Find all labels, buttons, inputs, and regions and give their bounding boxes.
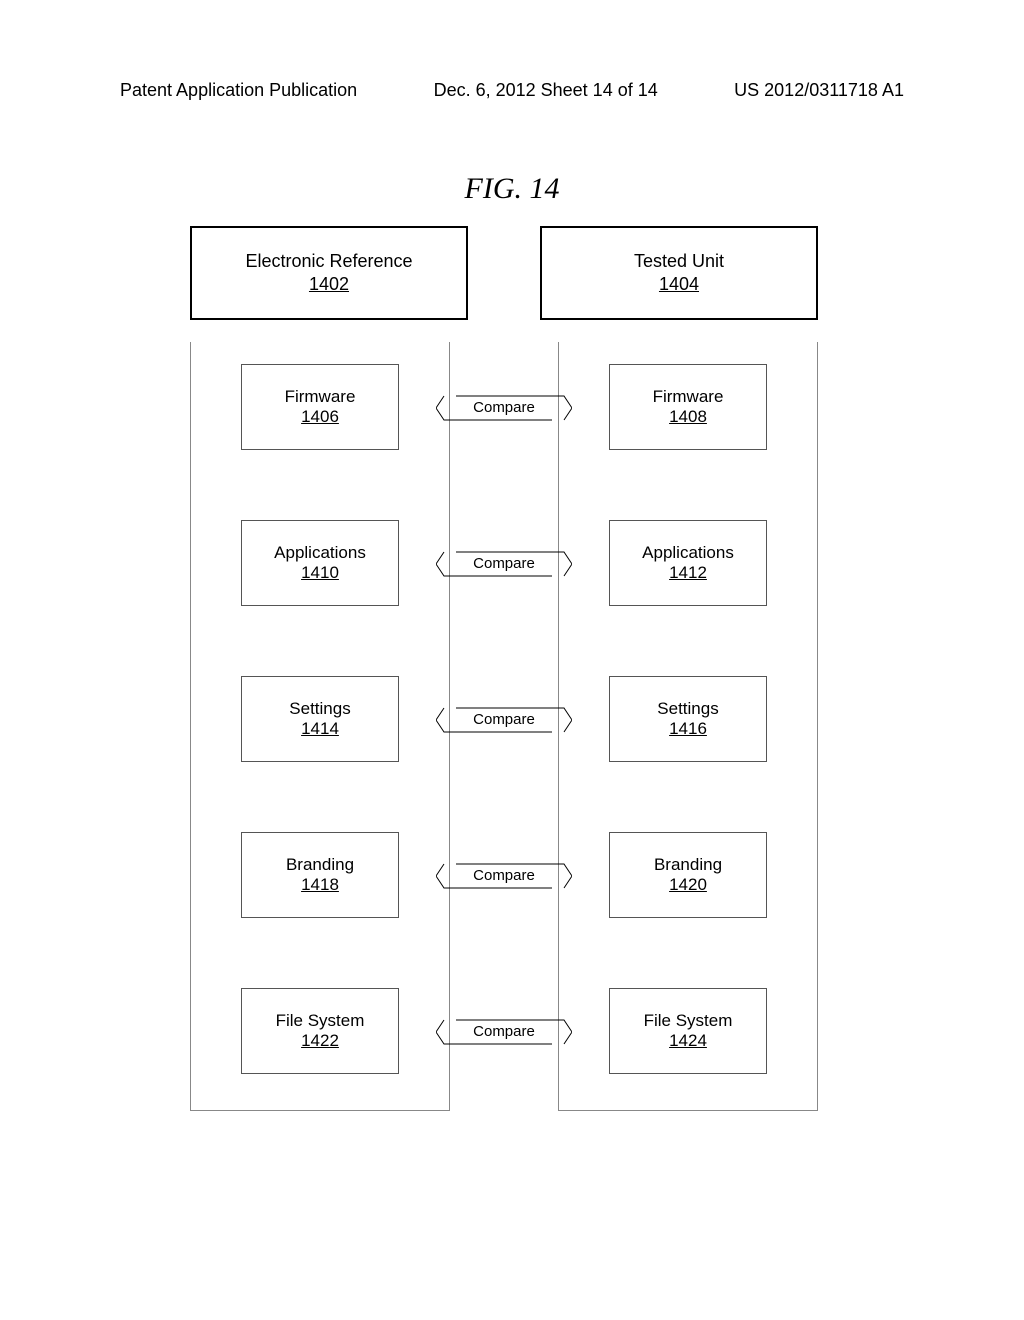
ref-branding-num: 1418 [301,875,339,895]
figure-diagram: Electronic Reference 1402 Tested Unit 14… [190,226,818,1111]
header-pub-number: US 2012/0311718 A1 [734,80,904,101]
col-header-reference: Electronic Reference 1402 [190,226,468,320]
tested-filesystem-num: 1424 [669,1031,707,1051]
compare-applications: Compare [450,520,558,606]
tested-applications-label: Applications [642,543,734,563]
compare-settings: Compare [450,676,558,762]
compare-settings-label: Compare [471,711,537,728]
ref-applications-num: 1410 [301,563,339,583]
tested-filesystem-box: File System 1424 [609,988,767,1074]
col-body-reference: Firmware 1406 Applications 1410 Settings… [190,342,450,1111]
compare-applications-label: Compare [471,555,537,572]
column-headers: Electronic Reference 1402 Tested Unit 14… [190,226,818,320]
ref-filesystem-box: File System 1422 [241,988,399,1074]
col-header-tested-label: Tested Unit [634,251,724,272]
compare-firmware-label: Compare [471,399,537,416]
ref-filesystem-num: 1422 [301,1031,339,1051]
compare-filesystem: Compare [450,988,558,1074]
header-date-sheet: Dec. 6, 2012 Sheet 14 of 14 [434,80,658,101]
compare-branding-label: Compare [471,867,537,884]
ref-firmware-label: Firmware [285,387,356,407]
tested-applications-box: Applications 1412 [609,520,767,606]
tested-filesystem-label: File System [644,1011,733,1031]
compare-column: Compare Compare Compare [450,364,558,1133]
tested-applications-num: 1412 [669,563,707,583]
tested-branding-box: Branding 1420 [609,832,767,918]
tested-settings-box: Settings 1416 [609,676,767,762]
ref-branding-label: Branding [286,855,354,875]
col-header-reference-label: Electronic Reference [245,251,412,272]
ref-filesystem-label: File System [276,1011,365,1031]
page-header: Patent Application Publication Dec. 6, 2… [0,80,1024,101]
col-header-tested-ref: 1404 [659,274,699,295]
tested-branding-num: 1420 [669,875,707,895]
tested-firmware-label: Firmware [653,387,724,407]
ref-applications-box: Applications 1410 [241,520,399,606]
tested-settings-num: 1416 [669,719,707,739]
diagram-body: Firmware 1406 Applications 1410 Settings… [190,342,818,1111]
compare-branding: Compare [450,832,558,918]
header-publication: Patent Application Publication [120,80,357,101]
col-header-reference-ref: 1402 [309,274,349,295]
tested-branding-label: Branding [654,855,722,875]
tested-firmware-num: 1408 [669,407,707,427]
compare-firmware: Compare [450,364,558,450]
tested-firmware-box: Firmware 1408 [609,364,767,450]
tested-settings-label: Settings [657,699,718,719]
figure-title: FIG. 14 [0,172,1024,206]
ref-firmware-num: 1406 [301,407,339,427]
ref-settings-label: Settings [289,699,350,719]
ref-settings-box: Settings 1414 [241,676,399,762]
ref-firmware-box: Firmware 1406 [241,364,399,450]
ref-branding-box: Branding 1418 [241,832,399,918]
col-header-tested: Tested Unit 1404 [540,226,818,320]
ref-applications-label: Applications [274,543,366,563]
compare-filesystem-label: Compare [471,1023,537,1040]
col-body-tested: Firmware 1408 Applications 1412 Settings… [558,342,818,1111]
ref-settings-num: 1414 [301,719,339,739]
